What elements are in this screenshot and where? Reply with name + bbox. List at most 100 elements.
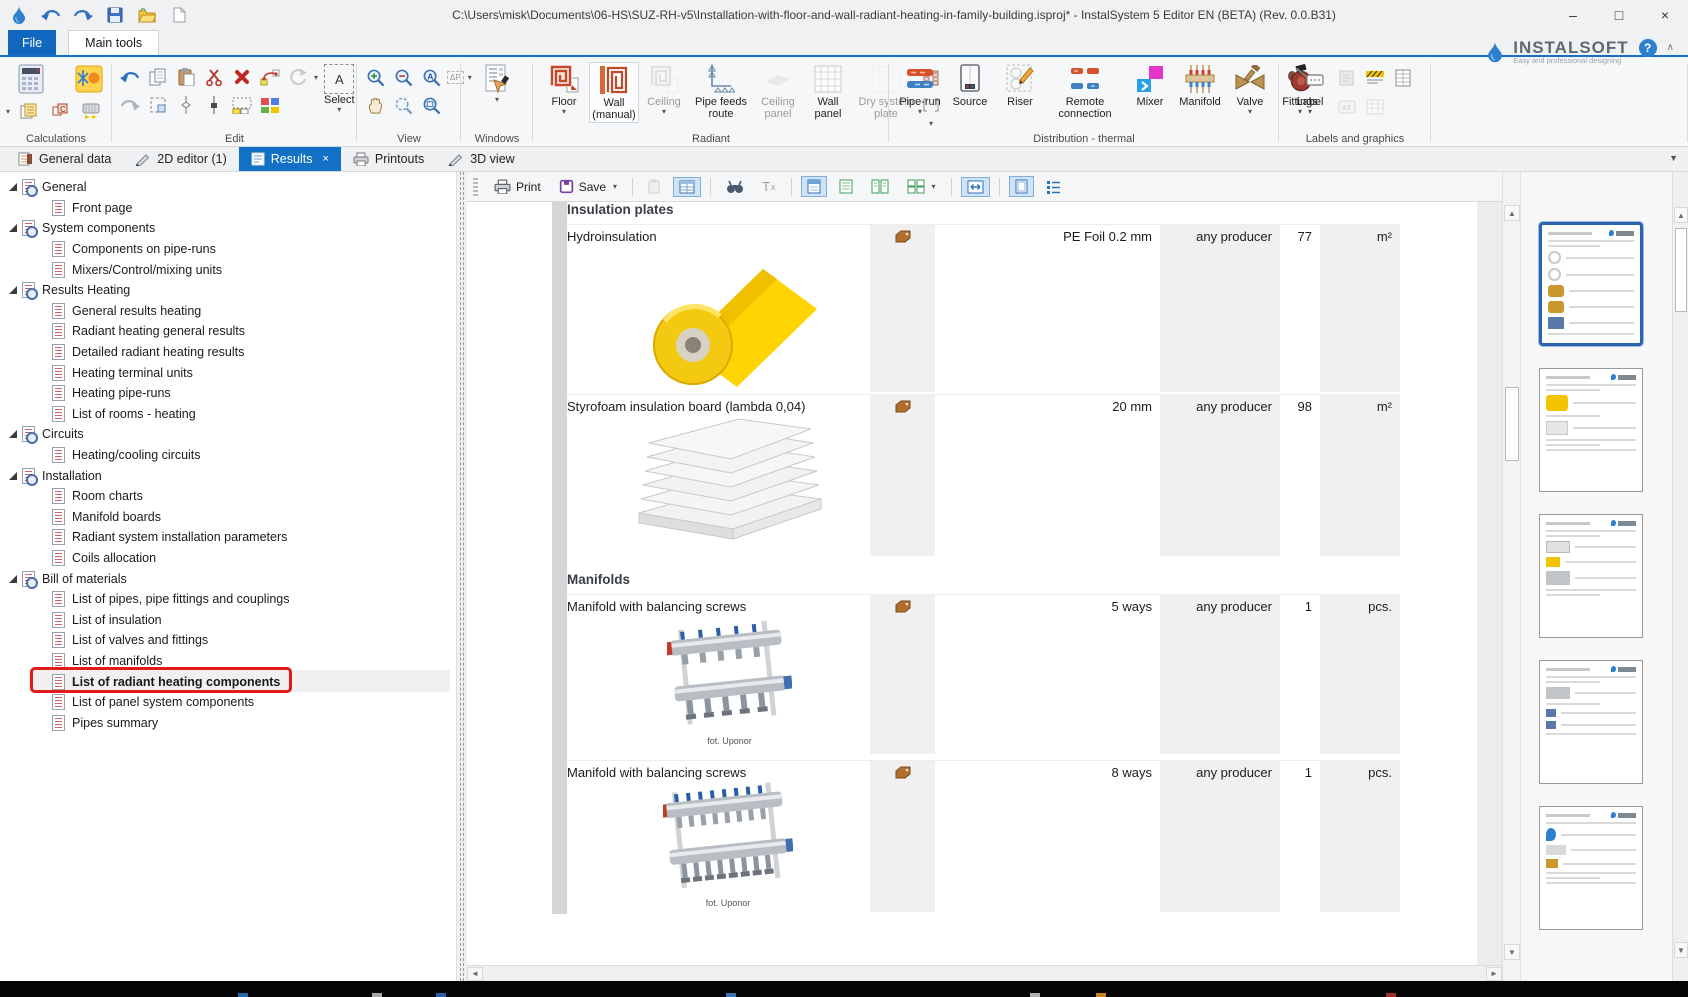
table-settings-button[interactable] (673, 177, 701, 197)
zoom-all-button[interactable]: A (419, 65, 443, 89)
thumbnails-scrollbar[interactable]: ▲ ▼ (1672, 172, 1688, 981)
drawing-table-button[interactable] (1363, 95, 1387, 119)
zoom-window-button[interactable] (419, 93, 443, 117)
page-thumbnail-2[interactable] (1539, 368, 1643, 492)
select-region-button[interactable] (146, 93, 170, 117)
insulation-label-button[interactable] (1363, 66, 1387, 90)
mixer-button[interactable]: Mixer (1125, 62, 1175, 109)
paper-format-button[interactable]: A3 (1335, 95, 1359, 119)
expander-icon[interactable] (8, 429, 18, 439)
tree-item-bill-of-materials[interactable]: Bill of materials (0, 568, 456, 589)
text-filter-button[interactable]: Tx (756, 176, 781, 197)
tree-item-list-of-panel-system-components[interactable]: List of panel system components (0, 692, 456, 713)
scroll-right-button[interactable]: ► (1486, 967, 1502, 981)
tree-item-room-charts[interactable]: Room charts (0, 486, 456, 507)
scale-drawing-button[interactable] (230, 93, 254, 117)
manifold-button[interactable]: Manifold (1175, 62, 1225, 109)
expander-icon[interactable] (8, 182, 18, 192)
remote-connection-button[interactable]: Remote connection (1045, 62, 1125, 121)
tree-item-manifold-boards[interactable]: Manifold boards (0, 507, 456, 528)
tree-item-components-on-pipe-runs[interactable]: Components on pipe-runs (0, 239, 456, 260)
move-node-button[interactable] (258, 65, 282, 89)
radiant-floor-button[interactable]: Floor ▾ (539, 62, 589, 116)
expander-icon[interactable] (8, 223, 18, 233)
insert-node-button[interactable] (202, 93, 226, 117)
copy-report-button[interactable] (642, 176, 667, 197)
save-button[interactable] (104, 4, 126, 26)
tree-item-heating-pipe-runs[interactable]: Heating pipe-runs (0, 383, 456, 404)
save-report-button[interactable]: Save ▾ (553, 176, 623, 197)
bom-row-manifold-5-ways[interactable]: Manifold with balancing screws 5 ways an… (567, 594, 1400, 754)
page-margins-view-button[interactable] (1009, 176, 1034, 197)
delete-button[interactable] (230, 65, 254, 89)
pan-hand-button[interactable] (363, 93, 387, 117)
help-button[interactable]: ? (1639, 39, 1657, 57)
pipe-run-dropdown-arrow[interactable]: ▾ (918, 108, 922, 115)
tree-item-radiant-heating-general-results[interactable]: Radiant heating general results (0, 321, 456, 342)
find-button[interactable] (720, 177, 750, 197)
select-button[interactable]: A Select ▾ (324, 62, 355, 113)
tree-item-heating-terminal-units[interactable]: Heating terminal units (0, 362, 456, 383)
report-structure-list-button[interactable] (1040, 177, 1067, 197)
file-menu-button[interactable]: File (8, 30, 56, 55)
maximize-button[interactable]: □ (1596, 1, 1642, 29)
radiant-ceiling-button[interactable]: Ceiling ▾ (639, 62, 689, 116)
valve-dropdown-arrow[interactable]: ▾ (1248, 108, 1252, 115)
bom-row-hydroinsulation[interactable]: Hydroinsulation PE Foil 0.2 mm any produ… (567, 224, 1400, 392)
view-facing-pages-button[interactable] (865, 176, 895, 197)
pipe-feeds-route-button[interactable]: Pipe feeds route (689, 62, 753, 121)
expander-icon[interactable] (8, 285, 18, 295)
fit-width-button[interactable] (961, 177, 990, 197)
tree-item-circuits[interactable]: Circuits (0, 424, 456, 445)
split-node-button[interactable] (174, 93, 198, 117)
tree-item-radiant-system-installation-parameters[interactable]: Radiant system installation parameters (0, 527, 456, 548)
scroll-left-button[interactable]: ◄ (467, 967, 483, 981)
tree-item-list-of-pipes-fittings-couplings[interactable]: List of pipes, pipe fittings and couplin… (0, 589, 456, 610)
tree-item-front-page[interactable]: Front page (0, 198, 456, 219)
zoom-in-button[interactable] (363, 65, 387, 89)
tree-item-installation[interactable]: Installation (0, 465, 456, 486)
view-continuous-button[interactable] (833, 176, 859, 197)
paste-button[interactable] (174, 65, 198, 89)
thumbnails-scroll-down-button[interactable]: ▼ (1674, 942, 1688, 958)
zoom-previous-button[interactable] (391, 93, 415, 117)
new-document-button[interactable] (168, 4, 190, 26)
zoom-out-button[interactable] (391, 65, 415, 89)
collapse-ribbon-button[interactable]: ∧ (1667, 42, 1674, 53)
redo-button[interactable] (72, 4, 94, 26)
expander-icon[interactable] (8, 471, 18, 481)
tree-item-general[interactable]: General (0, 177, 456, 198)
pipe-run-button[interactable]: Pipe-run ▾ (895, 62, 945, 116)
tab-main-tools[interactable]: Main tools (68, 30, 159, 55)
scrollbar-thumb[interactable] (1505, 387, 1519, 461)
tab-2d-editor[interactable]: 2D editor (1) (123, 147, 238, 171)
undo-button[interactable] (40, 4, 62, 26)
tab-results[interactable]: Results × (239, 147, 341, 171)
document-vertical-scrollbar[interactable]: ▲ ▼ (1502, 172, 1520, 981)
calculations-dropdown-arrow[interactable]: ▾ (6, 108, 10, 115)
bom-row-styrofoam-board[interactable]: Styrofoam insulation board (lambda 0,04)… (567, 394, 1400, 556)
tree-item-system-components[interactable]: System components (0, 218, 456, 239)
tree-item-heating-cooling-circuits[interactable]: Heating/cooling circuits (0, 445, 456, 466)
tab-3d-view[interactable]: 3D view (436, 147, 526, 171)
wall-panel-button[interactable]: Wall panel (803, 62, 853, 121)
page-thumbnail-5[interactable] (1539, 806, 1643, 930)
expander-icon[interactable] (8, 574, 18, 584)
note-label-button[interactable] (1335, 66, 1359, 90)
tree-item-coils-allocation[interactable]: Coils allocation (0, 548, 456, 569)
tree-item-list-of-valves-and-fittings[interactable]: List of valves and fittings (0, 630, 456, 651)
tree-item-list-of-insulation[interactable]: List of insulation (0, 609, 456, 630)
thumbnails-scroll-up-button[interactable]: ▲ (1674, 207, 1688, 223)
undo-edit-button[interactable] (118, 65, 142, 89)
edit-more-dropdown-arrow[interactable]: ▾ (314, 74, 318, 81)
ceiling-dropdown-arrow[interactable]: ▾ (662, 108, 666, 115)
rotate-90-button[interactable] (286, 65, 310, 89)
save-dropdown-arrow[interactable]: ▾ (613, 183, 617, 190)
taskbar-icon[interactable] (436, 993, 446, 997)
label-dropdown-arrow[interactable]: ▾ (1308, 108, 1312, 115)
print-button[interactable]: Print (488, 176, 547, 197)
page-thumbnail-4[interactable] (1539, 660, 1643, 784)
scroll-down-button[interactable]: ▼ (1504, 944, 1520, 960)
windows-button[interactable]: ▾ (472, 62, 522, 104)
view-multiple-pages-button[interactable]: ▾ (901, 176, 942, 197)
